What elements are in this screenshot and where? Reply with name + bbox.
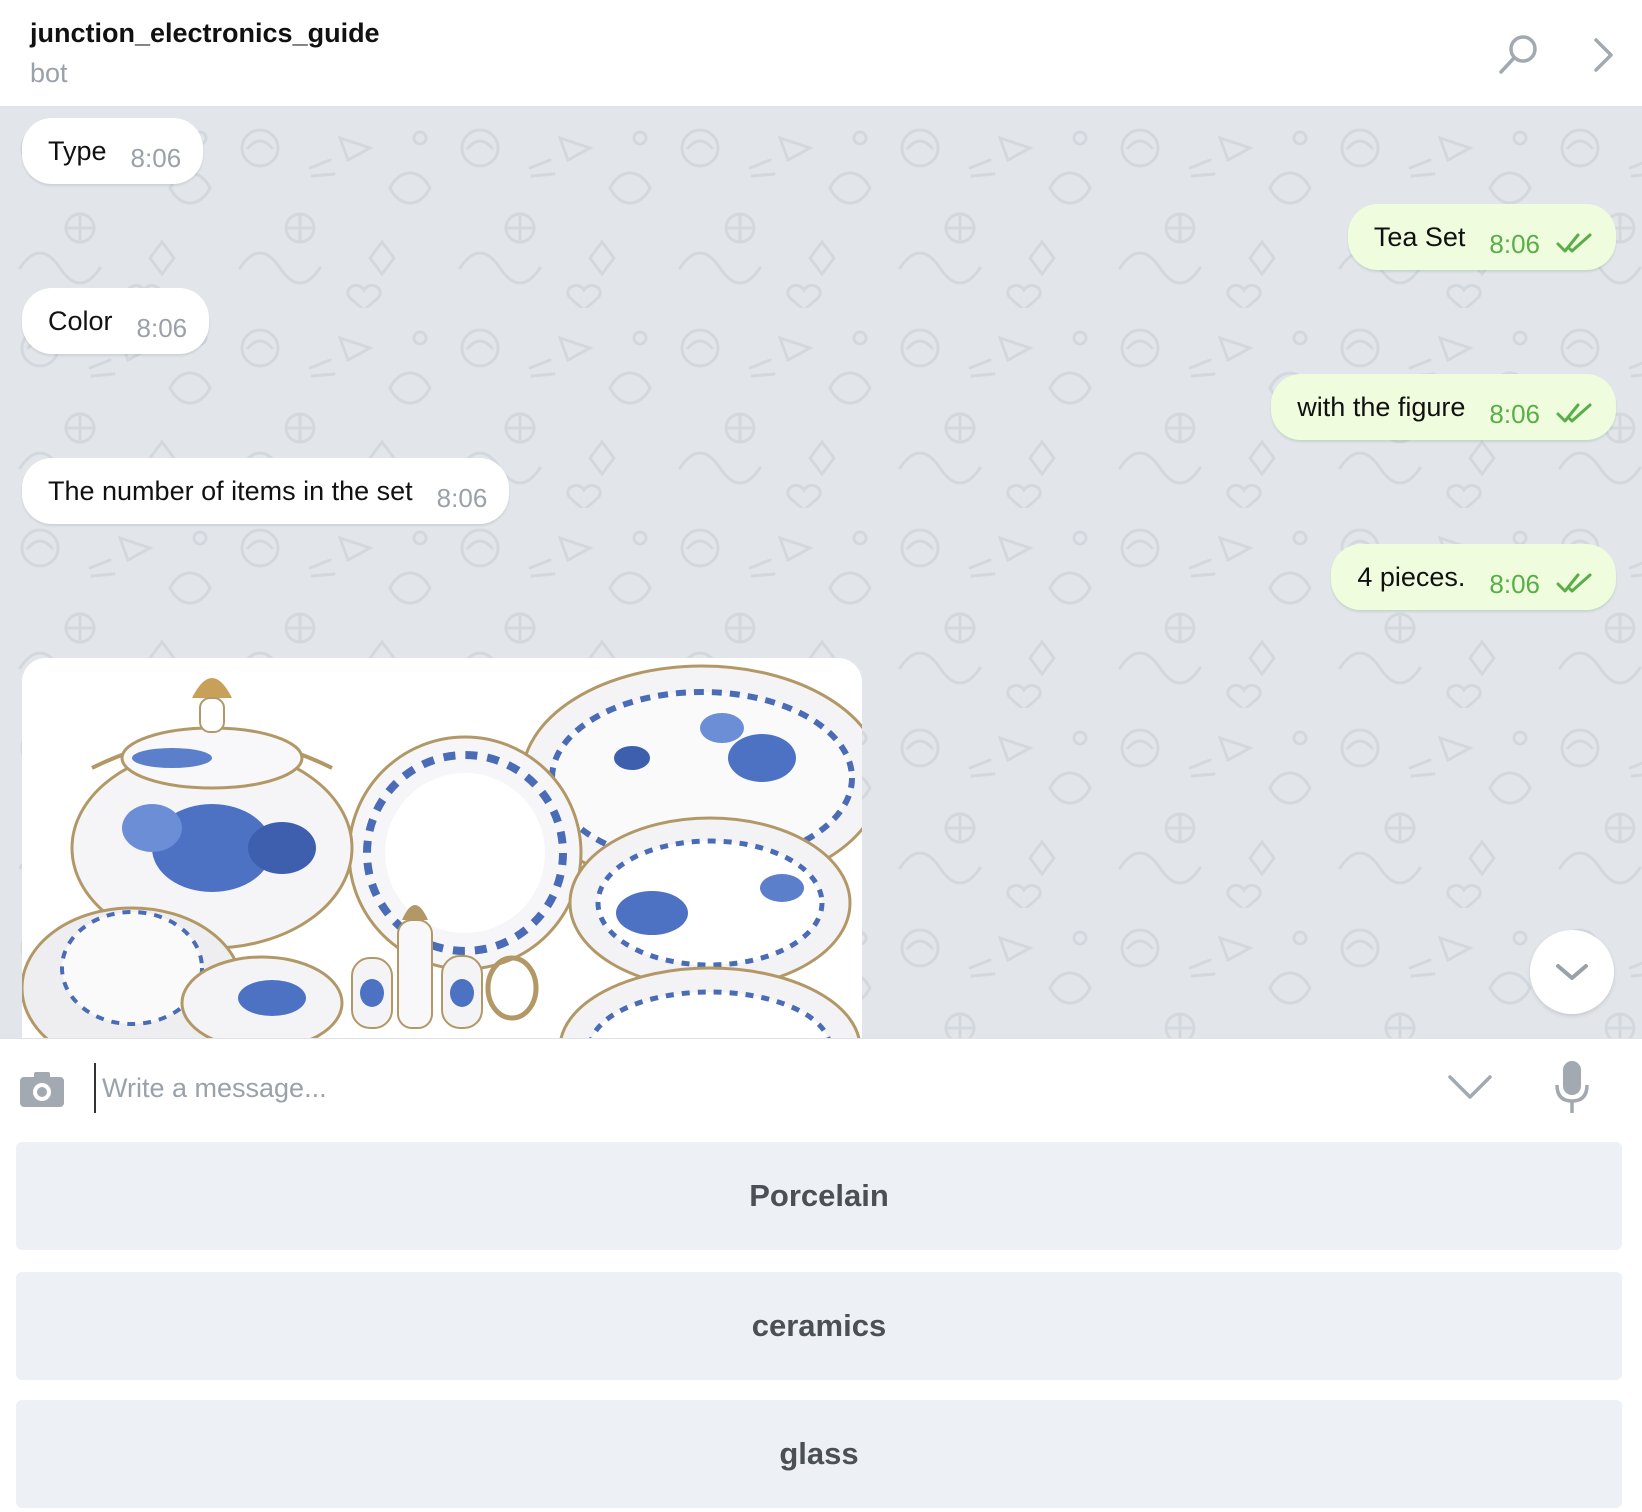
bot-reply-keyboard: Porcelain ceramics glass	[0, 1138, 1642, 1512]
outgoing-message[interactable]: Tea Set 8:06	[1347, 204, 1616, 270]
message-input[interactable]	[94, 1063, 1394, 1113]
message-text: 4 pieces.	[1357, 561, 1466, 592]
message-time: 8:06	[1489, 568, 1540, 599]
chevron-right-icon[interactable]	[1580, 30, 1630, 80]
message-time: 8:06	[130, 142, 182, 173]
message-time: 8:06	[136, 312, 188, 343]
incoming-message[interactable]: The number of items in the set 8:06	[22, 458, 510, 524]
chat-history[interactable]: Type 8:06 Tea Set 8:06 Color 8:06 with t…	[0, 108, 1642, 1038]
telegram-chat-window: junction_electronics_guide bot Type 8:06…	[0, 0, 1642, 1512]
incoming-message[interactable]: Type 8:06	[22, 118, 204, 184]
keyboard-toggle-icon[interactable]	[1446, 1067, 1494, 1107]
outgoing-message[interactable]: 4 pieces. 8:06	[1331, 544, 1616, 610]
message-text: Color	[48, 305, 113, 336]
keyboard-button-porcelain[interactable]: Porcelain	[16, 1142, 1622, 1250]
photo-message[interactable]	[22, 658, 862, 1038]
double-check-icon	[1556, 233, 1592, 253]
outgoing-message[interactable]: with the figure 8:06	[1271, 374, 1616, 440]
chevron-down-icon	[1556, 964, 1588, 980]
message-time: 8:06	[1489, 398, 1540, 429]
keyboard-button-ceramics[interactable]: ceramics	[16, 1272, 1622, 1380]
chat-subtitle: bot	[30, 58, 68, 88]
message-text: with the figure	[1297, 391, 1466, 422]
message-text: The number of items in the set	[48, 475, 413, 506]
message-text: Type	[48, 135, 107, 166]
microphone-icon[interactable]	[1552, 1059, 1592, 1115]
message-time: 8:06	[436, 482, 488, 513]
porcelain-tableware-photo	[22, 658, 862, 1038]
incoming-message[interactable]: Color 8:06	[22, 288, 210, 354]
chat-header: junction_electronics_guide bot	[0, 0, 1642, 108]
scroll-down-button[interactable]	[1530, 930, 1614, 1014]
double-check-icon	[1556, 403, 1592, 423]
camera-icon[interactable]	[18, 1069, 66, 1109]
message-time: 8:06	[1489, 228, 1540, 259]
message-text: Tea Set	[1373, 221, 1466, 252]
search-icon[interactable]	[1494, 30, 1544, 80]
message-composer	[0, 1038, 1642, 1138]
double-check-icon	[1556, 573, 1592, 593]
chat-title[interactable]: junction_electronics_guide	[30, 18, 380, 49]
keyboard-button-glass[interactable]: glass	[16, 1400, 1622, 1508]
